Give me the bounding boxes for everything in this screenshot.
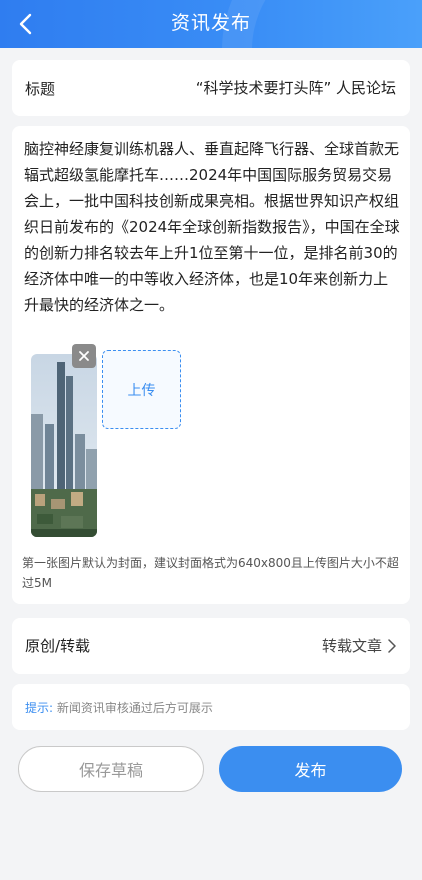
close-icon: [79, 351, 89, 361]
tip-card: 提示: 新闻资讯审核通过后方可展示: [12, 684, 410, 730]
image-hint: 第一张图片默认为封面，建议封面格式为640x800且上传图片大小不超过5M: [22, 556, 399, 590]
tip-text: 新闻资讯审核通过后方可展示: [56, 701, 213, 715]
upload-image-button[interactable]: 上传: [102, 350, 181, 429]
article-type-select[interactable]: 转载文章: [322, 635, 396, 656]
remove-image-button[interactable]: [72, 344, 96, 368]
chevron-right-icon: [388, 638, 396, 653]
article-type-value: 转载文章: [321, 637, 382, 655]
content-textarea[interactable]: 脑控神经康复训练机器人、垂直起降飞行器、全球首款无辐式超级氢能摩托车……2024…: [24, 136, 400, 318]
review-tip: 提示: 新闻资讯审核通过后方可展示: [25, 699, 213, 716]
title-value[interactable]: “科学技术要打头阵” 人民论坛: [196, 77, 396, 98]
cover-image: [31, 354, 97, 537]
tip-label: 提示:: [25, 701, 54, 715]
publish-button[interactable]: 发布: [219, 746, 402, 792]
page-title: 资讯发布: [170, 12, 251, 34]
content-card: 脑控神经康复训练机器人、垂直起降飞行器、全球首款无辐式超级氢能摩托车……2024…: [12, 126, 410, 604]
title-row[interactable]: 标题 “科学技术要打头阵” 人民论坛: [12, 60, 410, 116]
upload-label: 上传: [127, 382, 156, 399]
header-bar: 资讯发布: [0, 0, 422, 48]
title-label: 标题: [25, 80, 56, 98]
cover-image-thumbnail[interactable]: [31, 354, 97, 537]
article-type-row[interactable]: 原创/转载 转载文章: [12, 618, 410, 674]
article-type-label: 原创/转载: [25, 637, 91, 655]
save-draft-button[interactable]: 保存草稿: [18, 746, 204, 792]
